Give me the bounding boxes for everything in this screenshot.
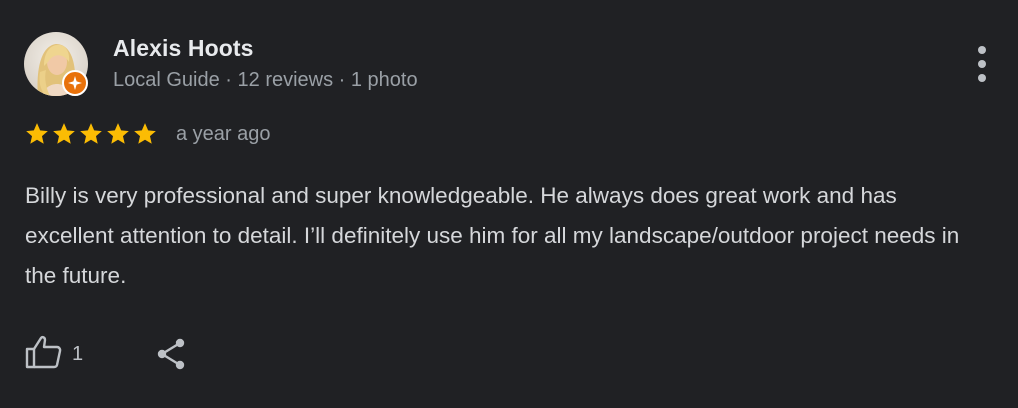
review-time: a year ago: [176, 123, 271, 145]
star-icon: [26, 123, 48, 144]
star-icon: [53, 123, 75, 144]
review-text: Billy is very professional and super kno…: [25, 183, 960, 288]
more-dot: [978, 46, 986, 54]
more-dot: [978, 60, 986, 68]
star-icon: [107, 123, 129, 144]
star-rating: [24, 120, 158, 148]
like-count: 1: [72, 342, 84, 365]
reviewer-name[interactable]: Alexis Hoots: [113, 35, 254, 62]
review-card: Alexis Hoots Local Guide · 12 reviews · …: [0, 0, 1018, 408]
like-button[interactable]: 1: [24, 334, 84, 375]
star-icon: [134, 123, 156, 144]
thumbs-up-icon: [24, 334, 64, 375]
local-guide-badge-icon: [62, 70, 88, 96]
star-icon: [80, 123, 102, 144]
more-dot: [978, 74, 986, 82]
reviewer-meta: Local Guide · 12 reviews · 1 photo: [113, 69, 418, 91]
more-vert-icon[interactable]: [962, 40, 1002, 88]
share-icon[interactable]: [154, 336, 190, 372]
